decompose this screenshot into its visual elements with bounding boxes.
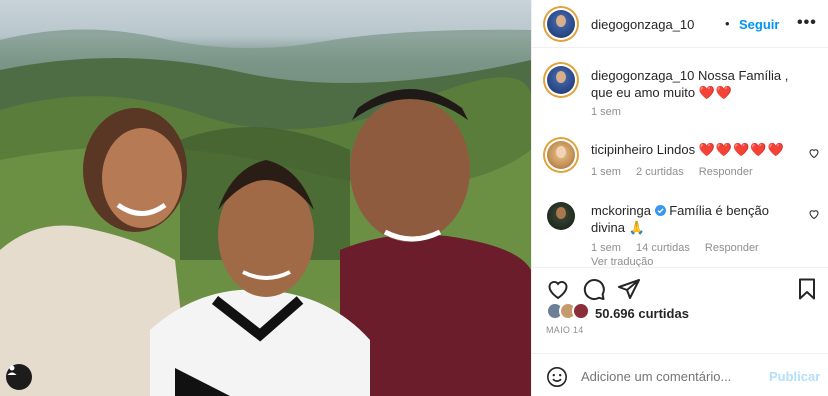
author-avatar[interactable] [547,10,575,38]
follow-button[interactable]: Seguir [739,17,779,32]
caption-avatar[interactable] [547,66,575,94]
comment-body: Lindos [656,142,696,157]
comment-username[interactable]: mckoringa [591,203,651,218]
separator-dot: • [725,16,730,31]
tagged-users-button[interactable] [6,364,32,390]
comment-meta: 1 sem 14 curtidas Responder [591,242,771,254]
add-comment-bar: Publicar [532,353,828,396]
publish-button[interactable]: Publicar [769,369,820,384]
caption-username[interactable]: diegogonzaga_10 [591,68,694,83]
comment-input[interactable] [581,369,751,384]
post-header: diegogonzaga_10 • Seguir ••• [532,0,828,48]
reply-button[interactable]: Responder [699,166,753,178]
post-date[interactable]: MAIO 14 [546,325,584,335]
comment-time[interactable]: 1 sem [591,166,621,178]
family-photo-illustration [0,29,531,396]
emoji-smile-icon[interactable] [546,366,568,388]
translate-link[interactable]: Ver tradução [591,256,653,267]
comment-likes[interactable]: 2 curtidas [636,166,684,178]
more-options-icon[interactable]: ••• [797,14,817,32]
caption-time[interactable]: 1 sem [591,106,621,118]
caption-emoji: ❤️❤️ [698,85,734,100]
commenter-avatar[interactable] [547,202,575,230]
share-plane-icon[interactable] [617,277,641,301]
caption-text: diegogonzaga_10 Nossa Família , que eu a… [591,67,791,101]
comment-emoji: 🙏 [628,220,645,235]
comment-text: mckoringa Família é benção divina 🙏 [591,202,781,236]
like-comment-heart-icon[interactable] [808,208,820,220]
author-username[interactable]: diegogonzaga_10 [591,17,694,32]
caption-meta: 1 sem [591,106,633,118]
comment-text: ticipinheiro Lindos ❤️❤️❤️❤️❤️ [591,141,791,158]
person-icon [7,365,17,375]
likes-count[interactable]: 50.696 curtidas [595,306,689,321]
save-bookmark-icon[interactable] [795,277,819,301]
comment-bubble-icon[interactable] [582,277,606,301]
liker-avatar [572,302,590,320]
comment-emoji: ❤️❤️❤️❤️❤️ [698,142,785,157]
reply-button[interactable]: Responder [705,242,759,254]
verified-badge-icon [654,205,666,216]
comment-meta: 1 sem 2 curtidas Responder [591,166,765,178]
like-heart-icon[interactable] [546,277,570,301]
like-comment-heart-icon[interactable] [808,147,820,159]
comment-time[interactable]: 1 sem [591,242,621,254]
post-photo[interactable] [0,0,531,396]
comment-username[interactable]: ticipinheiro [591,142,653,157]
comments-list[interactable]: diegogonzaga_10 Nossa Família , que eu a… [532,49,828,267]
commenter-avatar[interactable] [547,141,575,169]
post-sidebar: diegogonzaga_10 • Seguir ••• diegogonzag… [531,0,828,396]
comment-likes[interactable]: 14 curtidas [636,242,690,254]
